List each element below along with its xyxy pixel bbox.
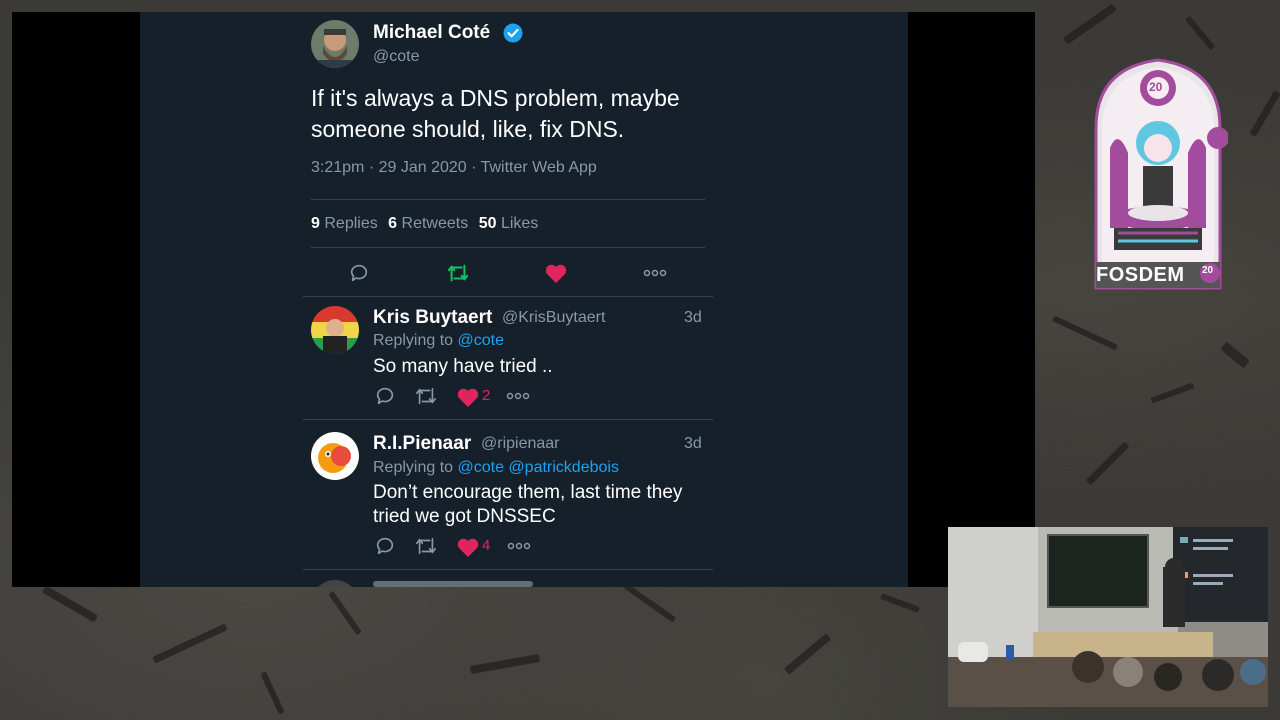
reply-text-line2: tried we got DNSSEC bbox=[373, 506, 556, 527]
divider bbox=[311, 199, 705, 200]
logo-year-badge: 20 bbox=[1202, 265, 1214, 276]
replying-to-label: Replying to bbox=[373, 459, 454, 476]
reply-button[interactable] bbox=[348, 262, 370, 289]
like-icon bbox=[457, 388, 479, 407]
retweet-button[interactable] bbox=[446, 262, 470, 289]
divider bbox=[303, 569, 713, 570]
retweets-count: 6 bbox=[388, 215, 398, 232]
divider bbox=[303, 419, 713, 420]
retweet-button[interactable] bbox=[414, 385, 438, 412]
more-icon bbox=[506, 392, 530, 400]
replying-to-line: Replying to @cote @patrickdebois bbox=[373, 459, 619, 477]
main-author-handle[interactable]: @cote bbox=[373, 48, 419, 66]
like-icon bbox=[457, 538, 479, 557]
replying-to-line: Replying to @cote bbox=[373, 332, 504, 350]
reply-icon bbox=[376, 537, 394, 555]
retweet-button[interactable] bbox=[414, 535, 438, 562]
like-icon bbox=[545, 264, 567, 283]
next-reply-cutoff bbox=[373, 581, 533, 587]
like-count: 4 bbox=[482, 537, 491, 554]
mention-link[interactable]: @cote bbox=[458, 332, 504, 349]
camera-video-inset bbox=[948, 527, 1268, 707]
retweets-stat[interactable]: 6 Retweets bbox=[388, 215, 473, 232]
reply-author-handle[interactable]: @ripienaar bbox=[481, 435, 560, 453]
like-button[interactable] bbox=[456, 386, 480, 413]
fosdem-logo: 20 FOSDEM 20 bbox=[1088, 58, 1229, 292]
logo-text: FOSDEM bbox=[1096, 264, 1185, 286]
replies-label: Replies bbox=[324, 215, 378, 232]
retweet-icon bbox=[416, 387, 436, 405]
divider bbox=[303, 296, 713, 297]
retweet-icon bbox=[416, 537, 436, 555]
avatar-next-reply[interactable] bbox=[311, 580, 359, 587]
reply-button[interactable] bbox=[374, 535, 396, 562]
avatar-michael[interactable] bbox=[311, 20, 359, 68]
main-tweet-text-line1: If it's always a DNS problem, maybe bbox=[311, 85, 680, 111]
reply-icon bbox=[350, 264, 368, 282]
more-icon bbox=[507, 542, 531, 550]
like-count: 2 bbox=[482, 387, 491, 404]
reply-text-line1: So many have tried .. bbox=[373, 356, 553, 377]
slide-frame: Michael Coté @cote If it's always a DNS … bbox=[12, 12, 1035, 587]
main-tweet-text-line2: someone should, like, fix DNS. bbox=[311, 116, 625, 142]
stats-row: 9 Replies 6 Retweets 50 Likes bbox=[311, 215, 538, 233]
like-button[interactable] bbox=[456, 536, 480, 563]
more-button[interactable] bbox=[506, 389, 530, 408]
main-author-name[interactable]: Michael Coté bbox=[373, 22, 490, 44]
reply-icon bbox=[376, 387, 394, 405]
avatar-kris[interactable] bbox=[311, 306, 359, 354]
more-button[interactable] bbox=[643, 266, 667, 285]
reply-timestamp[interactable]: 3d bbox=[684, 309, 702, 327]
replying-to-label: Replying to bbox=[373, 332, 454, 349]
mention-link[interactable]: @cote @patrickdebois bbox=[458, 459, 619, 476]
reply-timestamp[interactable]: 3d bbox=[684, 435, 702, 453]
retweets-label: Retweets bbox=[401, 215, 469, 232]
tweet-panel: Michael Coté @cote If it's always a DNS … bbox=[140, 12, 908, 587]
like-button[interactable] bbox=[544, 262, 568, 289]
replies-count: 9 bbox=[311, 215, 320, 232]
likes-stat[interactable]: 50 Likes bbox=[479, 215, 539, 232]
more-icon bbox=[643, 269, 667, 277]
reply-button[interactable] bbox=[374, 385, 396, 412]
retweet-icon bbox=[447, 264, 469, 282]
avatar-ripienaar[interactable] bbox=[311, 432, 359, 480]
reply-text-line1: Don’t encourage them, last time they bbox=[373, 482, 683, 503]
reply-author-handle[interactable]: @KrisBuytaert bbox=[502, 309, 605, 327]
more-button[interactable] bbox=[507, 539, 531, 558]
verified-badge-icon bbox=[503, 23, 523, 48]
reply-author-name[interactable]: R.I.Pienaar bbox=[373, 433, 471, 455]
divider bbox=[311, 247, 705, 248]
main-tweet-meta[interactable]: 3:21pm · 29 Jan 2020 · Twitter Web App bbox=[311, 159, 597, 177]
replies-stat[interactable]: 9 Replies bbox=[311, 215, 382, 232]
likes-label: Likes bbox=[500, 215, 539, 232]
reply-author-name[interactable]: Kris Buytaert bbox=[373, 307, 492, 329]
logo-year-top: 20 bbox=[1149, 80, 1163, 94]
likes-count: 50 bbox=[478, 215, 497, 232]
